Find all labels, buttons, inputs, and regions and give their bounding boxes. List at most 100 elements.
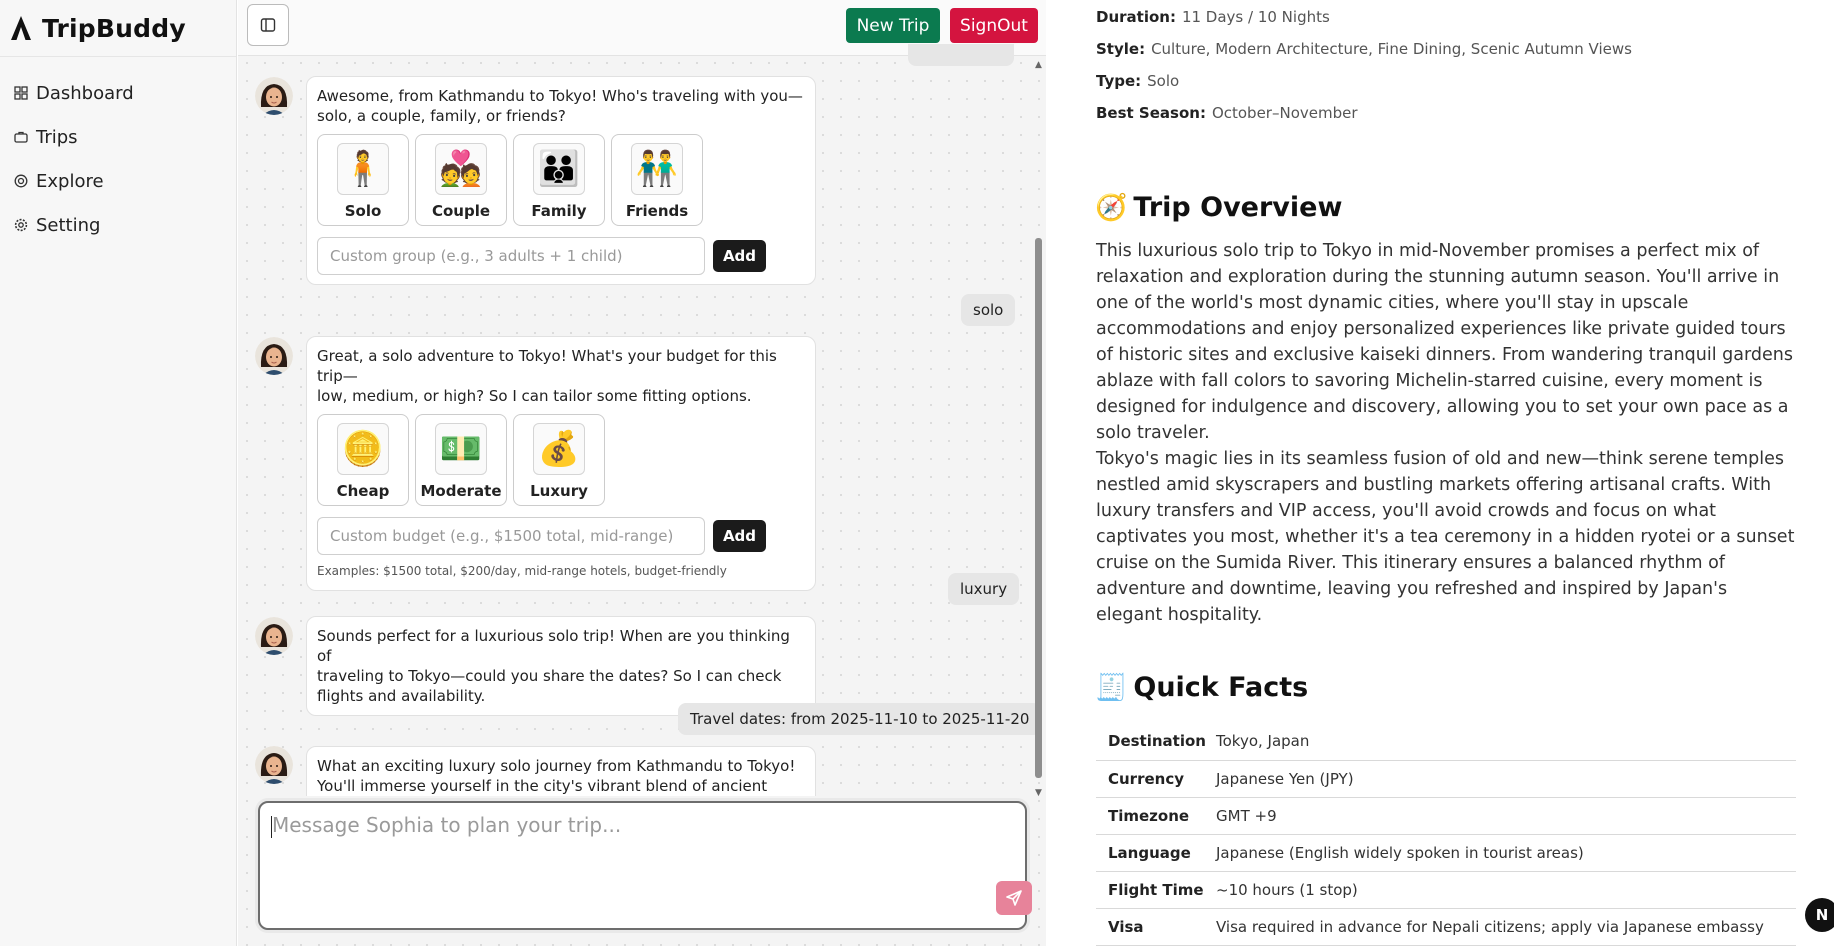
fact-value: Visa required in advance for Nepali citi… [1216, 908, 1796, 946]
friends-icon: 👬 [631, 143, 683, 195]
sidebar-toggle-icon [260, 18, 276, 32]
group-options: 🧍 Solo 💑 Couple 👪 Family 👬 Friends [317, 134, 805, 226]
sidebar-item-trips[interactable]: Trips [0, 115, 236, 159]
fact-value: Tokyo, Japan [1216, 723, 1796, 761]
sidebar-toggle-button[interactable] [247, 4, 289, 46]
sidebar-item-label: Dashboard [36, 82, 134, 104]
dashboard-icon [14, 86, 28, 100]
coin-icon: 🪙 [337, 423, 389, 475]
overview-title: Trip Overview [1133, 192, 1343, 223]
meta-key: Style: [1096, 40, 1146, 58]
assistant-avatar [255, 746, 293, 784]
brand[interactable]: TripBuddy [0, 0, 236, 57]
budget-options: 🪙 Cheap 💵 Moderate 💰 Luxury [317, 414, 805, 506]
meta-key: Duration: [1096, 8, 1176, 26]
custom-budget-input[interactable]: Custom budget (e.g., $1500 total, mid-ra… [317, 517, 705, 555]
family-icon: 👪 [533, 143, 585, 195]
user-message [908, 44, 1014, 66]
custom-group-input[interactable]: Custom group (e.g., 3 adults + 1 child) [317, 237, 705, 275]
fact-value: ~10 hours (1 stop) [1216, 871, 1796, 909]
custom-group-row: Custom group (e.g., 3 adults + 1 child) … [317, 237, 805, 275]
sidebar-item-label: Setting [36, 214, 101, 236]
option-label: Family [531, 202, 587, 220]
meta-value: Culture, Modern Architecture, Fine Dinin… [1151, 40, 1632, 58]
meta-key: Type: [1096, 72, 1142, 90]
meta-value: 11 Days / 10 Nights [1181, 8, 1330, 26]
option-moderate[interactable]: 💵 Moderate [415, 414, 507, 506]
chat-panel: New Trip SignOut Awesome, from Kathmandu… [238, 0, 1046, 946]
scroll-thumb[interactable] [1035, 238, 1042, 778]
option-label: Couple [431, 202, 491, 220]
fact-key: Destination [1096, 723, 1216, 761]
scroll-up-icon[interactable]: ▲ [1034, 60, 1043, 70]
scroll-down-icon[interactable]: ▼ [1034, 788, 1043, 798]
option-label: Solo [344, 202, 382, 220]
message-composer[interactable]: Message Sophia to plan your trip... [258, 801, 1032, 930]
user-message: Travel dates: from 2025-11-10 to 2025-11… [678, 703, 1042, 735]
assistant-avatar [255, 617, 293, 655]
send-icon [1006, 890, 1022, 906]
budget-examples: Examples: $1500 total, $200/day, mid-ran… [317, 564, 727, 578]
sidebar-item-setting[interactable]: Setting [0, 203, 236, 247]
new-trip-button[interactable]: New Trip [846, 8, 940, 43]
receipt-icon: 🧾 [1095, 672, 1128, 703]
assistant-message: Great, a solo adventure to Tokyo! What's… [306, 336, 816, 591]
sidebar: TripBuddy Dashboard Trips Explore Settin… [0, 0, 237, 946]
assistant-message: Awesome, from Kathmandu to Tokyo! Who's … [306, 76, 816, 285]
dev-tools-badge[interactable]: N [1805, 898, 1834, 932]
send-button[interactable] [996, 881, 1032, 915]
compass-icon: 🧭 [1095, 192, 1128, 223]
option-cheap[interactable]: 🪙 Cheap [317, 414, 409, 506]
message-text: Awesome, from Kathmandu to Tokyo! Who's … [317, 87, 803, 125]
user-message: luxury [948, 573, 1020, 605]
money-bag-icon: 💰 [533, 423, 585, 475]
sidebar-item-explore[interactable]: Explore [0, 159, 236, 203]
signout-button[interactable]: SignOut [950, 8, 1038, 43]
fact-key: Language [1096, 834, 1216, 872]
option-family[interactable]: 👪 Family [513, 134, 605, 226]
add-group-button[interactable]: Add [713, 240, 766, 272]
fact-key: Visa [1096, 908, 1216, 946]
option-solo[interactable]: 🧍 Solo [317, 134, 409, 226]
option-friends[interactable]: 👬 Friends [611, 134, 703, 226]
option-couple[interactable]: 💑 Couple [415, 134, 507, 226]
meta-style: Style: Culture, Modern Architecture, Fine… [1096, 40, 1632, 58]
assistant-avatar [255, 77, 293, 115]
message-text: What an exciting luxury solo journey fro… [317, 757, 796, 795]
meta-value: Solo [1147, 72, 1180, 90]
option-luxury[interactable]: 💰 Luxury [513, 414, 605, 506]
chat-scrollbar[interactable]: ▲ ▼ [1034, 60, 1043, 800]
overview-paragraph: This luxurious solo trip to Tokyo in mid… [1096, 241, 1793, 443]
quick-facts-table: Destination Tokyo, Japan Currency Japanese… [1096, 723, 1796, 946]
table-row: Language Japanese (English widely spoken … [1096, 834, 1796, 872]
meta-duration: Duration: 11 Days / 10 Nights [1096, 8, 1330, 26]
app-name: TripBuddy [42, 13, 186, 43]
fact-value: Japanese Yen (JPY) [1216, 760, 1796, 798]
meta-type: Type: Solo [1096, 72, 1179, 90]
meta-value: October–November [1211, 104, 1358, 122]
money-stack-icon: 💵 [435, 423, 487, 475]
assistant-message: What an exciting luxury solo journey fro… [306, 746, 816, 796]
table-row: Destination Tokyo, Japan [1096, 723, 1796, 761]
fact-key: Flight Time [1096, 871, 1216, 909]
sidebar-nav: Dashboard Trips Explore Setting [0, 57, 236, 247]
table-row: Currency Japanese Yen (JPY) [1096, 760, 1796, 798]
assistant-message: Sounds perfect for a luxurious solo trip… [306, 616, 816, 716]
couple-icon: 💑 [435, 143, 487, 195]
fact-key: Timezone [1096, 797, 1216, 835]
compass-icon [14, 174, 28, 188]
assistant-avatar [255, 337, 293, 375]
option-label: Moderate [420, 482, 502, 500]
sidebar-item-dashboard[interactable]: Dashboard [0, 71, 236, 115]
fact-value: GMT +9 [1216, 797, 1796, 835]
trip-details-panel: Duration: 11 Days / 10 Nights Style: Cultu… [1047, 0, 1834, 946]
fact-value: Japanese (English widely spoken in touri… [1216, 834, 1796, 872]
option-label: Friends [625, 202, 689, 220]
table-row: Flight Time ~10 hours (1 stop) [1096, 871, 1796, 909]
facts-title: Quick Facts [1133, 672, 1309, 703]
chat-clip: What an exciting luxury solo journey fro… [238, 740, 1028, 796]
gear-icon [14, 218, 28, 232]
add-budget-button[interactable]: Add [713, 520, 766, 552]
solo-icon: 🧍 [337, 143, 389, 195]
overview-heading: 🧭 Trip Overview [1095, 192, 1342, 223]
